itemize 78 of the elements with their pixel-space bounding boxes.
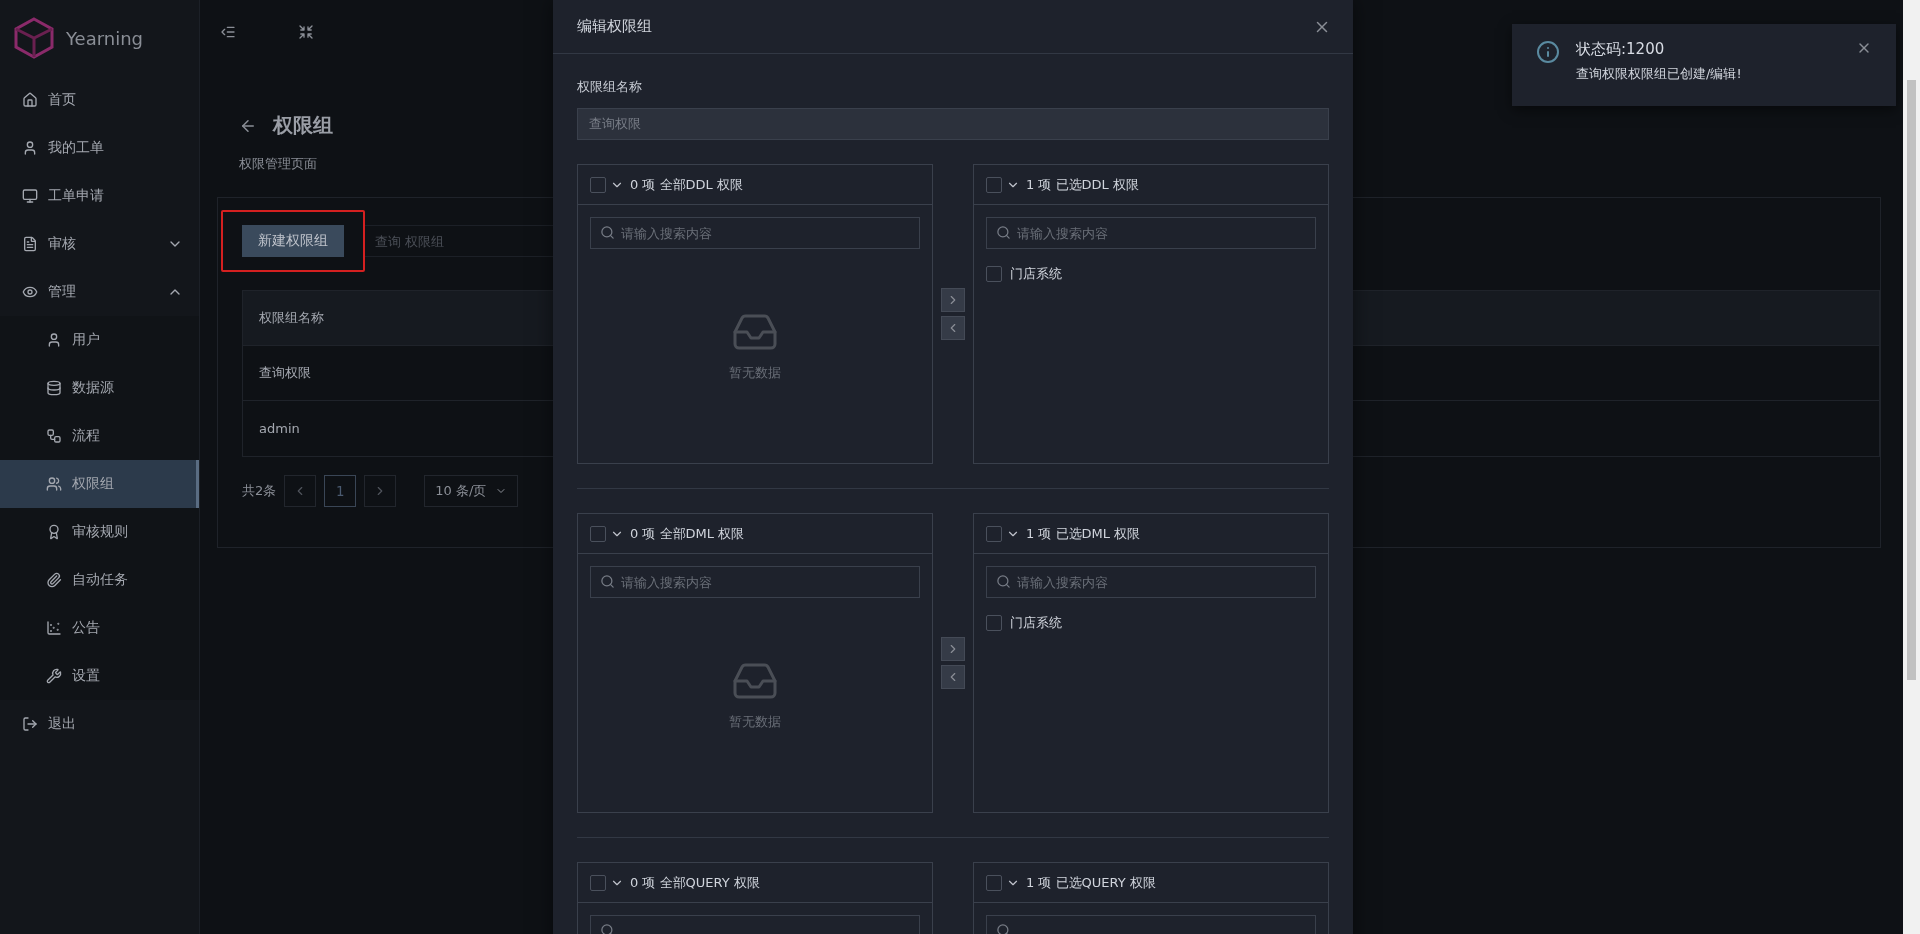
users-icon [46,476,62,492]
search-icon [996,574,1011,589]
search-icon [996,225,1011,240]
search-field[interactable]: 请输入搜索内容 [590,217,920,249]
search-icon [600,574,615,589]
move-right-button[interactable] [941,637,965,661]
info-icon [1536,40,1560,64]
search-icon [600,225,615,240]
monitor-icon [22,188,38,204]
database-icon [46,380,62,396]
panel-title: 1 项 已选QUERY 权限 [1026,873,1156,892]
move-left-button[interactable] [941,665,965,689]
submenu-item[interactable]: 公告 [0,604,199,652]
submenu-item[interactable]: 流程 [0,412,199,460]
badge-icon [46,524,62,540]
fullscreen-icon[interactable] [298,24,314,40]
panel-title: 1 项 已选DDL 权限 [1026,175,1139,194]
menu-item[interactable]: 审核 [0,220,199,268]
user-icon [46,332,62,348]
panel-title: 1 项 已选DML 权限 [1026,524,1141,543]
checkbox[interactable] [590,525,606,542]
checkbox[interactable] [590,874,606,891]
field-label: 权限组名称 [577,78,643,96]
notification-message: 查询权限权限组已创建/编辑! [1576,65,1743,83]
search-field[interactable]: 请输入搜索内容 [986,217,1316,249]
checkbox[interactable] [986,615,1002,631]
search-field[interactable]: 请输入搜索内容 [986,566,1316,598]
prev-page-button[interactable] [284,475,317,507]
user-icon [22,140,38,156]
submenu-item[interactable]: 审核规则 [0,508,199,556]
flow-icon [46,428,62,444]
scrollbar[interactable] [1903,0,1920,934]
document-icon [22,236,38,252]
home-icon [22,92,38,108]
empty-text: 暂无数据 [729,364,781,382]
chart-icon [46,620,62,636]
menu-item[interactable]: 管理 [0,268,199,316]
eye-icon [22,284,38,300]
checkbox[interactable] [986,525,1002,542]
search-field[interactable]: 请输入搜索内容 [590,566,920,598]
panel-title: 0 项 全部DDL 权限 [630,175,743,194]
page-title: 权限组 [273,112,333,139]
checkbox[interactable] [590,176,606,193]
next-page-button[interactable] [364,475,397,507]
panel-title: 0 项 全部DML 权限 [630,524,745,543]
checkbox[interactable] [986,874,1002,891]
submenu-item[interactable]: 数据源 [0,364,199,412]
submenu-item[interactable]: 权限组 [0,460,199,508]
move-right-button[interactable] [941,288,965,312]
paperclip-icon [46,572,62,588]
dialog-title: 编辑权限组 [577,17,652,36]
move-left-button[interactable] [941,316,965,340]
menu-item[interactable]: 我的工单 [0,124,199,172]
panel-title: 0 项 全部QUERY 权限 [630,873,760,892]
menu-item[interactable]: 工单申请 [0,172,199,220]
page-size-select[interactable]: 10 条/页 [424,475,519,507]
table-cell-text: admin [258,420,301,438]
search-icon [600,923,615,934]
submenu-item[interactable]: 自动任务 [0,556,199,604]
brand-name: Yearning [66,27,144,49]
submenu-item[interactable]: 设置 [0,652,199,700]
checkbox[interactable] [986,266,1002,282]
collapse-menu-icon[interactable] [220,24,236,40]
search-icon [996,923,1011,934]
logout-icon [22,716,38,732]
empty-text: 暂无数据 [729,713,781,731]
total-count: 共2条 [242,482,277,500]
wrench-icon [46,668,62,684]
cube-logo-icon [12,16,56,60]
item-label[interactable]: 门店系统 [1010,614,1062,632]
notification-title: 状态码:1200 [1576,40,1666,59]
checkbox[interactable] [986,176,1002,193]
new-group-button[interactable]: 新建权限组 [242,225,344,257]
menu-item[interactable]: 首页 [0,76,199,124]
menu-item[interactable]: 退出 [0,700,199,748]
item-label[interactable]: 门店系统 [1010,265,1062,283]
submenu-item[interactable]: 用户 [0,316,199,364]
page-subtitle: 权限管理页面 [238,155,317,173]
